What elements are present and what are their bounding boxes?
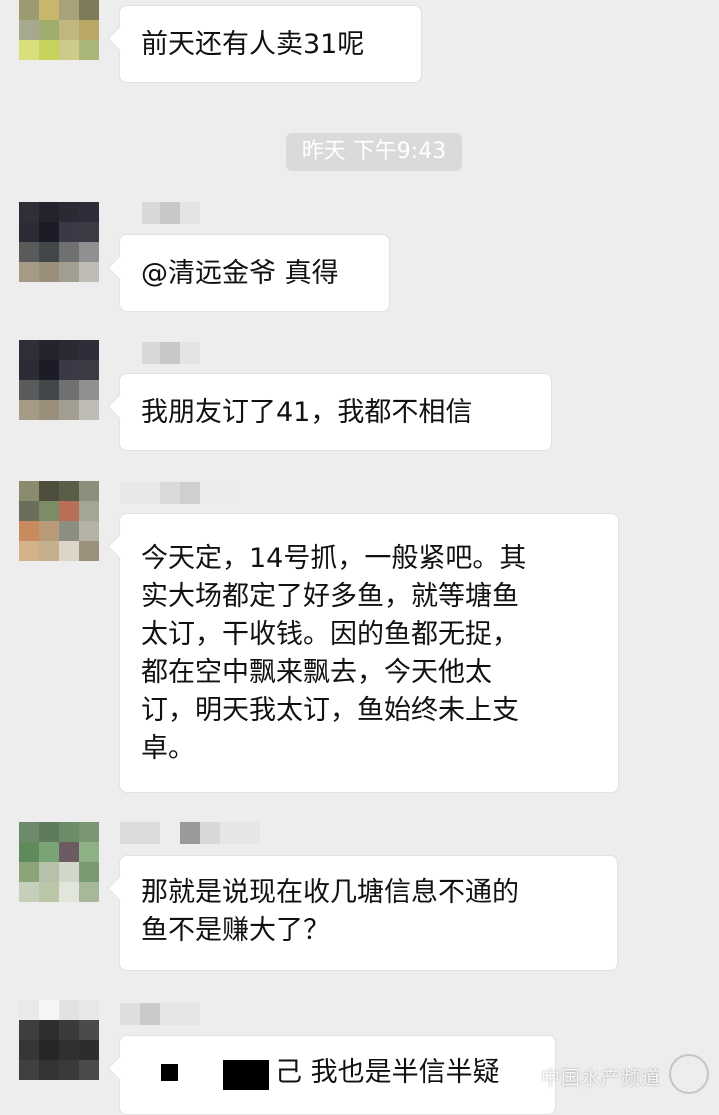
avatar[interactable] [19, 481, 99, 561]
avatar[interactable] [19, 1000, 99, 1080]
sender-name-blurred [120, 822, 260, 844]
avatar[interactable] [19, 340, 99, 420]
avatar[interactable] [19, 202, 99, 282]
avatar[interactable] [19, 822, 99, 902]
message-text: 己 我也是半信半疑 [275, 1057, 500, 1088]
message-bubble[interactable]: 今天定，14号抓，一般紧吧。其 实大场都定了好多鱼，就等塘鱼 太订，干收钱。因的… [119, 513, 619, 793]
avatar[interactable] [19, 0, 99, 60]
message-bubble[interactable]: 前天还有人卖31呢 [119, 5, 422, 83]
watermark-logo-icon [669, 1054, 709, 1094]
message-text: 那就是说现在收几塘信息不通的 鱼不是赚大了？ [141, 877, 519, 946]
message-text: 今天定，14号抓，一般紧吧。其 实大场都定了好多鱼，就等塘鱼 太订，干收钱。因的… [141, 543, 527, 764]
sender-name-blurred [120, 202, 210, 224]
message-bubble[interactable]: 那就是说现在收几塘信息不通的 鱼不是赚大了？ [119, 855, 618, 971]
sender-name-blurred [120, 482, 240, 504]
sender-name-blurred [120, 1003, 200, 1025]
redaction-block [223, 1060, 269, 1090]
message-bubble[interactable]: 我朋友订了41，我都不相信 [119, 373, 552, 451]
message-text: @清远金爷 真得 [141, 258, 339, 289]
watermark: 中国水产频道 [540, 1067, 661, 1089]
sender-name-blurred [120, 342, 210, 364]
message-bubble[interactable]: @清远金爷 真得 [119, 234, 390, 312]
message-bubble[interactable]: 己 我也是半信半疑 [119, 1035, 556, 1115]
redaction-block [161, 1064, 178, 1081]
message-text: 我朋友订了41，我都不相信 [141, 397, 473, 428]
chat-timestamp: 昨天 下午9:43 [286, 133, 462, 171]
message-text: 前天还有人卖31呢 [141, 29, 365, 60]
